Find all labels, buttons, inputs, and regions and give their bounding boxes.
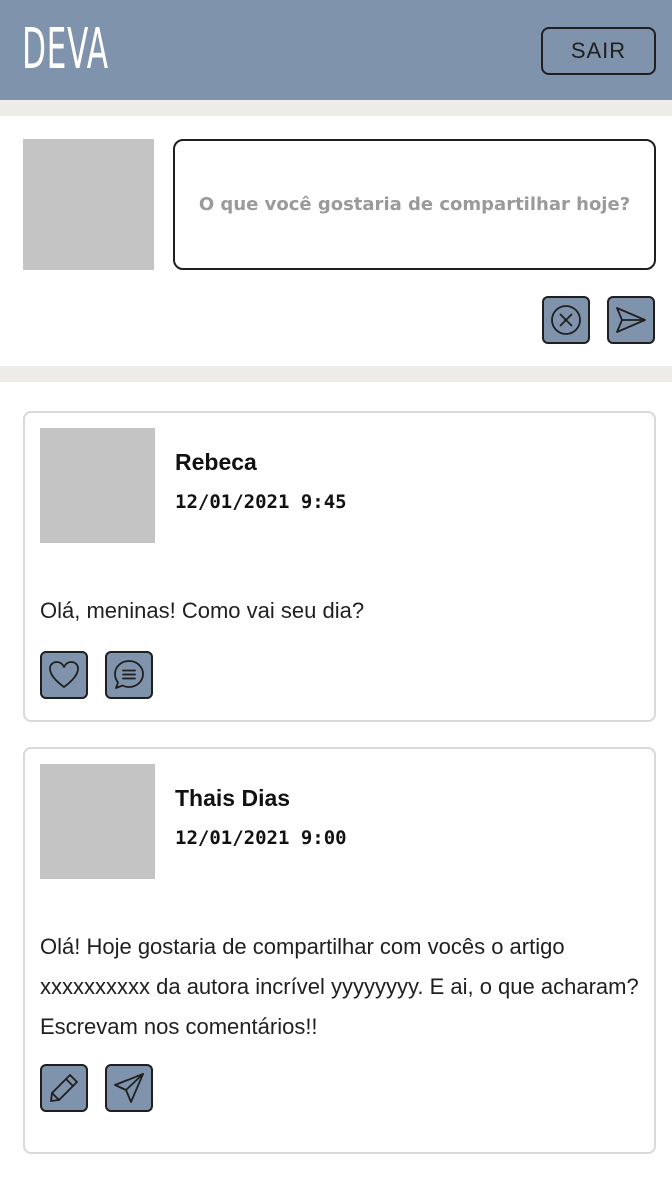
like-button[interactable]	[40, 651, 88, 699]
feed-page: DEVA SAIR O que você gostaria de compart…	[0, 0, 672, 1200]
post-author: Rebeca	[175, 449, 257, 475]
user-avatar	[23, 139, 154, 270]
new-post-placeholder: O que você gostaria de compartilhar hoje…	[198, 194, 631, 215]
post-author: Thais Dias	[175, 785, 291, 811]
logout-button[interactable]: SAIR	[541, 27, 656, 75]
divider	[0, 366, 672, 382]
divider	[0, 100, 672, 116]
post-text: Olá, meninas! Como vai seu dia?	[40, 598, 365, 623]
post-card: Rebeca 12/01/2021 9:45 Olá, meninas! Com…	[23, 411, 656, 722]
comment-button[interactable]	[105, 651, 153, 699]
post-text: Olá! Hoje gostaria de compartilhar com v…	[40, 934, 639, 1039]
edit-post-button[interactable]	[40, 1064, 88, 1112]
author-avatar	[40, 764, 155, 879]
comment-icon	[114, 660, 144, 689]
publish-post-button[interactable]	[607, 296, 655, 344]
author-avatar	[40, 428, 155, 543]
new-post-input[interactable]: O que você gostaria de compartilhar hoje…	[173, 139, 656, 270]
send-icon	[616, 307, 646, 333]
post-timestamp: 12/01/2021 9:45	[175, 491, 347, 513]
pencil-icon	[50, 1074, 78, 1102]
cancel-post-button[interactable]	[542, 296, 590, 344]
share-icon	[114, 1073, 144, 1103]
close-circle-icon	[551, 305, 581, 335]
app-logo: DEVA	[22, 17, 109, 82]
app-header: DEVA SAIR	[0, 0, 672, 100]
share-post-button[interactable]	[105, 1064, 153, 1112]
post-card: Thais Dias 12/01/2021 9:00 Olá! Hoje gos…	[23, 747, 656, 1154]
heart-icon	[49, 661, 79, 688]
post-timestamp: 12/01/2021 9:00	[175, 827, 347, 849]
